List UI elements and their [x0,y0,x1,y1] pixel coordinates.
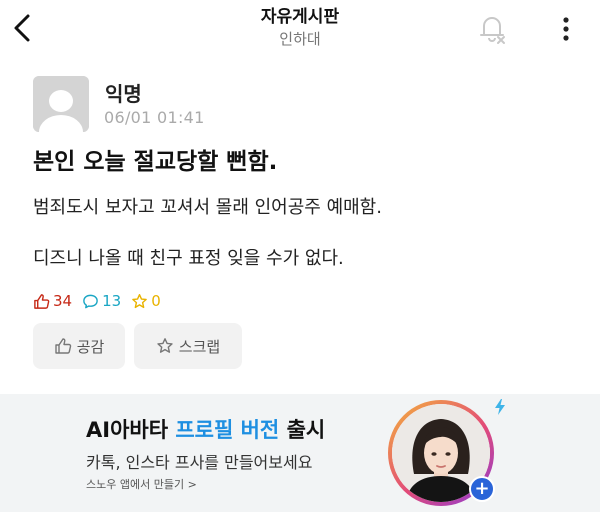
ad-banner[interactable]: AI아바타 프로필 버전 출시 카톡, 인스타 프사를 만들어보세요 스노우 앱… [0,394,600,512]
thumbs-up-icon [34,293,50,309]
comment-count: 13 [82,292,121,310]
like-button-label: 공감 [76,337,105,356]
post-body-line: 디즈니 나올 때 친구 표정 잊을 수가 없다. [33,248,344,269]
banner-title: AI아바타 프로필 버전 출시 [86,414,325,444]
author-name: 익명 [105,82,142,106]
bell-off-icon [480,17,505,44]
notification-off-button[interactable] [475,10,509,46]
banner-title-accent: 프로필 버전 [175,418,280,442]
post-title: 본인 오늘 절교당할 뻔함. [33,149,278,175]
banner-title-prefix: AI아바타 [86,418,176,442]
star-icon [157,338,173,353]
post-date: 06/01 01:41 [104,108,205,127]
lightning-icon [495,399,505,415]
post-stats: 34 13 0 [33,290,171,312]
like-count: 34 [33,292,72,310]
scrap-count-value: 0 [151,292,161,310]
like-count-value: 34 [53,292,73,310]
school-name: 인하대 [279,30,321,48]
more-vertical-icon [563,17,569,41]
post-body-line: 범죄도시 보자고 꼬셔서 몰래 인어공주 예매함. [33,197,382,218]
thumbs-up-icon [54,338,71,354]
banner-subtitle: 카톡, 인스타 프사를 만들어보세요 [86,453,313,472]
default-profile-icon [33,76,89,132]
more-options-button[interactable] [553,12,579,46]
comment-count-value: 13 [102,292,122,310]
banner-title-suffix: 출시 [279,418,326,442]
banner-link[interactable]: 스노우 앱에서 만들기 > [86,476,197,492]
add-button[interactable]: + [469,476,495,502]
like-button[interactable]: 공감 [33,323,125,369]
star-icon [132,293,148,308]
scrap-button[interactable]: 스크랩 [134,323,242,369]
scrap-button-label: 스크랩 [178,337,221,356]
top-bar: 자유게시판 인하대 [0,0,600,62]
board-title: 자유게시판 [260,7,340,27]
header-titles: 자유게시판 인하대 [0,6,600,50]
speech-bubble-icon [83,294,98,308]
avatar [33,76,89,132]
scrap-count: 0 [131,292,161,310]
